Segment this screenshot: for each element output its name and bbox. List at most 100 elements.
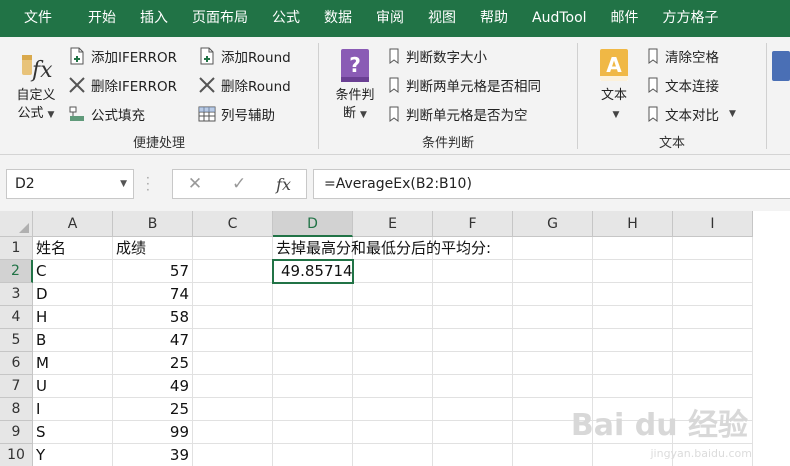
- add-round-button[interactable]: 添加Round: [198, 45, 291, 67]
- insert-function-button[interactable]: fx: [276, 175, 291, 194]
- column-header-a[interactable]: A: [33, 211, 113, 237]
- tab-view[interactable]: 视图: [416, 0, 468, 37]
- formula-input[interactable]: =AverageEx(B2:B10): [313, 169, 790, 199]
- cell-f2[interactable]: [433, 260, 513, 283]
- column-helper-button[interactable]: 列号辅助: [198, 103, 275, 125]
- row-header-7[interactable]: 7: [0, 375, 33, 398]
- cell-g1[interactable]: [513, 237, 593, 260]
- cell-a10[interactable]: Y: [33, 444, 113, 466]
- condition-judge-button[interactable]: ? 条件判 断 ▼: [327, 47, 383, 124]
- column-header-f[interactable]: F: [433, 211, 513, 237]
- column-header-h[interactable]: H: [593, 211, 673, 237]
- cell-a6[interactable]: M: [33, 352, 113, 375]
- cell-f8[interactable]: [433, 398, 513, 421]
- cell-d5[interactable]: [273, 329, 353, 352]
- cell-d10[interactable]: [273, 444, 353, 466]
- cell-c2[interactable]: [193, 260, 273, 283]
- cell-b4[interactable]: 58: [113, 306, 193, 329]
- tab-insert[interactable]: 插入: [128, 0, 180, 37]
- cell-h2[interactable]: [593, 260, 673, 283]
- custom-formula-button[interactable]: fx 自定义 公式 ▼: [8, 47, 64, 124]
- tab-review[interactable]: 审阅: [364, 0, 416, 37]
- tab-file[interactable]: 文件: [0, 0, 76, 37]
- tab-page-layout[interactable]: 页面布局: [180, 0, 260, 37]
- row-header-8[interactable]: 8: [0, 398, 33, 421]
- column-header-d[interactable]: D: [273, 211, 353, 237]
- cell-i1[interactable]: [673, 237, 753, 260]
- row-header-10[interactable]: 10: [0, 444, 33, 466]
- cell-f9[interactable]: [433, 421, 513, 444]
- column-header-b[interactable]: B: [113, 211, 193, 237]
- next-group-icon[interactable]: [772, 51, 790, 81]
- cell-i6[interactable]: [673, 352, 753, 375]
- delete-round-button[interactable]: 删除Round: [198, 74, 291, 96]
- column-header-e[interactable]: E: [353, 211, 433, 237]
- row-header-2[interactable]: 2: [0, 260, 33, 283]
- column-header-i[interactable]: I: [673, 211, 753, 237]
- cell-d2[interactable]: 49.85714: [272, 259, 354, 284]
- cell-a2[interactable]: C: [33, 260, 113, 283]
- delete-iferror-button[interactable]: 删除IFERROR: [68, 74, 177, 96]
- resize-handle-icon[interactable]: · · ·: [146, 172, 150, 196]
- cell-f7[interactable]: [433, 375, 513, 398]
- tab-help[interactable]: 帮助: [468, 0, 520, 37]
- cell-c7[interactable]: [193, 375, 273, 398]
- cell-c8[interactable]: [193, 398, 273, 421]
- cell-a8[interactable]: I: [33, 398, 113, 421]
- text-compare-button[interactable]: 文本对比 ▼: [646, 103, 736, 125]
- cell-b7[interactable]: 49: [113, 375, 193, 398]
- cell-i3[interactable]: [673, 283, 753, 306]
- cell-a7[interactable]: U: [33, 375, 113, 398]
- cell-b5[interactable]: 47: [113, 329, 193, 352]
- tab-formulas[interactable]: 公式: [260, 0, 312, 37]
- cell-b1[interactable]: 成绩: [113, 237, 193, 260]
- cell-f6[interactable]: [433, 352, 513, 375]
- row-header-6[interactable]: 6: [0, 352, 33, 375]
- cell-i2[interactable]: [673, 260, 753, 283]
- text-button[interactable]: A 文本 ▼: [586, 47, 642, 124]
- cell-a9[interactable]: S: [33, 421, 113, 444]
- cell-f10[interactable]: [433, 444, 513, 466]
- cell-e10[interactable]: [353, 444, 433, 466]
- cell-f5[interactable]: [433, 329, 513, 352]
- cell-d7[interactable]: [273, 375, 353, 398]
- cell-c3[interactable]: [193, 283, 273, 306]
- text-concat-button[interactable]: 文本连接: [646, 74, 719, 96]
- cell-e4[interactable]: [353, 306, 433, 329]
- cell-b10[interactable]: 39: [113, 444, 193, 466]
- cell-c4[interactable]: [193, 306, 273, 329]
- cell-c6[interactable]: [193, 352, 273, 375]
- cell-g2[interactable]: [513, 260, 593, 283]
- column-header-c[interactable]: C: [193, 211, 273, 237]
- tab-home[interactable]: 开始: [76, 0, 128, 37]
- tab-audtool[interactable]: AudTool: [520, 0, 599, 37]
- chevron-down-icon[interactable]: ▼: [120, 170, 127, 198]
- row-header-1[interactable]: 1: [0, 237, 33, 260]
- judge-number-size-button[interactable]: 判断数字大小: [387, 45, 487, 67]
- cell-e2[interactable]: [353, 260, 433, 283]
- cell-e8[interactable]: [353, 398, 433, 421]
- cell-i5[interactable]: [673, 329, 753, 352]
- column-header-g[interactable]: G: [513, 211, 593, 237]
- cell-b9[interactable]: 99: [113, 421, 193, 444]
- cell-g7[interactable]: [513, 375, 593, 398]
- cell-g4[interactable]: [513, 306, 593, 329]
- cell-e5[interactable]: [353, 329, 433, 352]
- cell-h4[interactable]: [593, 306, 673, 329]
- cell-a3[interactable]: D: [33, 283, 113, 306]
- name-box[interactable]: D2 ▼: [6, 169, 134, 199]
- cell-b8[interactable]: 25: [113, 398, 193, 421]
- cell-c9[interactable]: [193, 421, 273, 444]
- cell-h5[interactable]: [593, 329, 673, 352]
- confirm-icon[interactable]: ✓: [232, 174, 246, 194]
- cell-c1[interactable]: [193, 237, 273, 260]
- cell-f4[interactable]: [433, 306, 513, 329]
- cell-g3[interactable]: [513, 283, 593, 306]
- cell-g5[interactable]: [513, 329, 593, 352]
- cancel-icon[interactable]: ✕: [188, 174, 202, 194]
- cell-d3[interactable]: [273, 283, 353, 306]
- formula-fill-button[interactable]: 公式填充: [68, 103, 145, 125]
- cell-d8[interactable]: [273, 398, 353, 421]
- cell-g10[interactable]: [513, 444, 593, 466]
- cell-d4[interactable]: [273, 306, 353, 329]
